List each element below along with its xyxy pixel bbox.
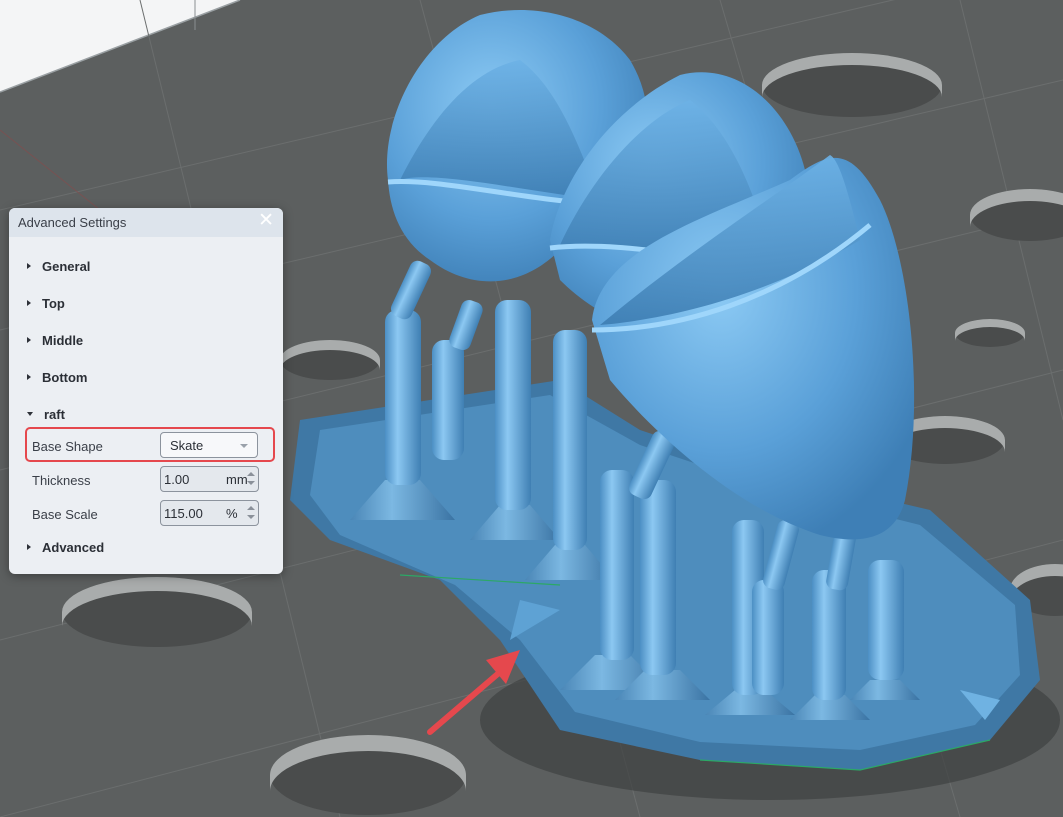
thickness-unit: mm — [226, 472, 248, 487]
thickness-value: 1.00 — [164, 472, 190, 487]
caret-right-icon — [27, 337, 31, 343]
dropdown-arrow-icon — [240, 444, 248, 448]
section-middle-label: Middle — [42, 332, 84, 348]
panel-title: Advanced Settings — [18, 215, 127, 230]
section-raft[interactable]: raft — [27, 404, 65, 424]
base-scale-decrement-icon[interactable] — [247, 515, 255, 519]
caret-right-icon — [27, 263, 31, 269]
section-general-label: General — [42, 258, 91, 274]
section-top-label: Top — [42, 295, 65, 311]
base-scale-value: 115.00 — [164, 506, 203, 521]
base-shape-label: Base Shape — [32, 439, 103, 454]
caret-right-icon — [27, 374, 31, 380]
base-shape-value: Skate — [170, 438, 204, 453]
thickness-decrement-icon[interactable] — [247, 481, 255, 485]
section-advanced[interactable]: Advanced — [27, 537, 104, 557]
section-advanced-label: Advanced — [42, 539, 105, 555]
base-scale-label: Base Scale — [32, 507, 98, 522]
caret-right-icon — [27, 544, 31, 550]
caret-right-icon — [27, 300, 31, 306]
section-top[interactable]: Top — [27, 293, 65, 313]
base-scale-unit: % — [226, 506, 238, 521]
panel-header: Advanced Settings ✕ — [9, 208, 283, 237]
section-bottom-label: Bottom — [42, 369, 88, 385]
thickness-label: Thickness — [32, 473, 91, 488]
section-middle[interactable]: Middle — [27, 330, 83, 350]
advanced-settings-panel: Advanced Settings ✕ General Top Middle B… — [9, 208, 283, 574]
section-raft-label: raft — [44, 406, 65, 422]
section-bottom[interactable]: Bottom — [27, 367, 88, 387]
caret-down-icon — [27, 412, 33, 416]
base-shape-select[interactable]: Skate — [160, 432, 258, 458]
base-scale-increment-icon[interactable] — [247, 506, 255, 510]
close-icon[interactable]: ✕ — [258, 211, 274, 231]
thickness-increment-icon[interactable] — [247, 472, 255, 476]
base-scale-input[interactable]: 115.00 % — [160, 500, 259, 526]
section-general[interactable]: General — [27, 256, 90, 276]
thickness-input[interactable]: 1.00 mm — [160, 466, 259, 492]
